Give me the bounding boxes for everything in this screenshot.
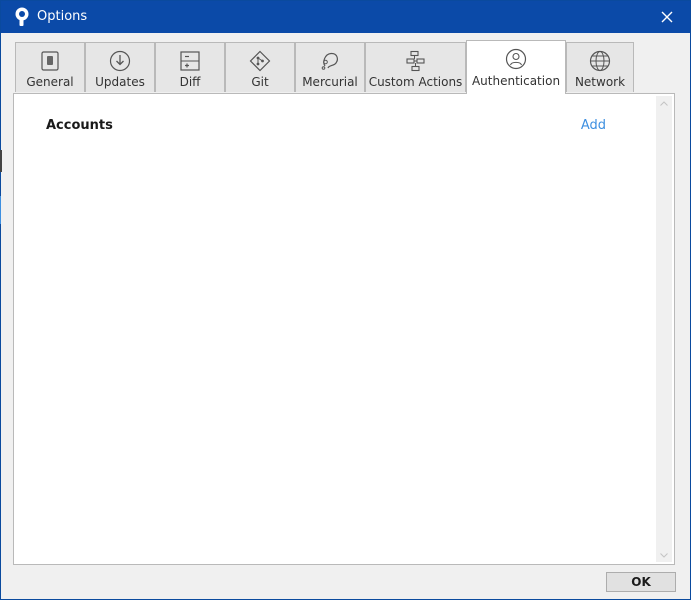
tab-label: Diff <box>179 75 201 89</box>
tab-diff[interactable]: Diff <box>155 42 225 92</box>
add-account-link[interactable]: Add <box>581 118 606 133</box>
sourcetree-logo-icon <box>15 7 29 26</box>
accounts-heading: Accounts <box>46 118 113 133</box>
tab-authentication[interactable]: Authentication <box>466 40 566 94</box>
tab-label: Custom Actions <box>368 75 463 89</box>
tab-network[interactable]: Network <box>566 42 634 92</box>
tab-label: Updates <box>95 75 145 89</box>
vertical-scrollbar[interactable] <box>656 96 672 562</box>
tab-mercurial[interactable]: Mercurial <box>295 42 365 92</box>
git-icon <box>249 50 271 72</box>
close-icon <box>661 11 673 23</box>
diff-icon <box>180 51 200 71</box>
globe-icon <box>589 50 611 72</box>
options-dialog: Options General Updates Diff Git Mercuri… <box>0 0 691 600</box>
chevron-up-icon <box>660 100 668 106</box>
window-title: Options <box>37 9 88 24</box>
tab-strip: General Updates Diff Git Mercurial Custo… <box>15 40 665 94</box>
title-bar[interactable]: Options <box>1 1 690 33</box>
tab-custom-actions[interactable]: Custom Actions <box>365 42 466 92</box>
user-account-icon <box>505 48 527 70</box>
background-window-edge <box>0 150 2 172</box>
tab-general[interactable]: General <box>15 42 85 92</box>
tab-label: General <box>26 75 74 89</box>
scroll-down-button[interactable] <box>656 548 672 562</box>
tab-label: Authentication <box>471 74 561 88</box>
custom-actions-icon <box>405 50 425 72</box>
tab-label: Git <box>251 75 269 89</box>
tab-label: Network <box>574 75 626 89</box>
chevron-down-icon <box>660 552 668 558</box>
close-button[interactable] <box>644 1 690 33</box>
tab-label: Mercurial <box>302 75 358 89</box>
tab-updates[interactable]: Updates <box>85 42 155 92</box>
background-window-edge <box>0 196 1 224</box>
mercurial-icon <box>321 52 338 70</box>
tab-git[interactable]: Git <box>225 42 295 92</box>
general-settings-icon <box>41 51 59 71</box>
scroll-up-button[interactable] <box>656 96 672 110</box>
authentication-panel: Accounts Add <box>13 93 675 565</box>
ok-button[interactable]: OK <box>606 572 676 592</box>
download-arrow-icon <box>109 50 131 72</box>
